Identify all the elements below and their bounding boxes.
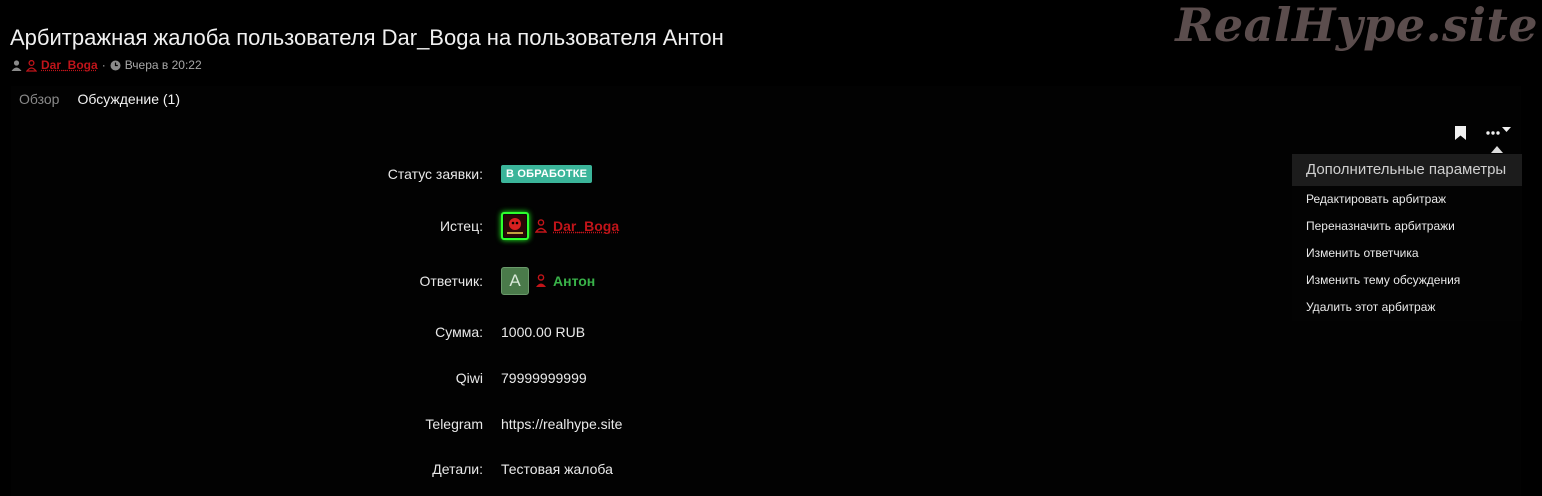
- status-row: Статус заявки: В ОБРАБОТКЕ: [11, 165, 711, 183]
- post-date[interactable]: Вчера в 20:22: [125, 58, 202, 72]
- plaintiff-label: Истец:: [11, 218, 501, 234]
- clock-icon: [110, 60, 121, 71]
- chevron-down-icon: [1502, 127, 1511, 133]
- menu-item-change-discussion-topic[interactable]: Изменить тему обсуждения: [1292, 267, 1522, 294]
- thread-meta: Dar_Boga · Вчера в 20:22: [11, 58, 202, 72]
- defendant-avatar[interactable]: А: [501, 267, 529, 295]
- menu-item-change-defendant[interactable]: Изменить ответчика: [1292, 240, 1522, 267]
- amount-label: Сумма:: [11, 324, 501, 340]
- user-badge-icon: [535, 219, 547, 233]
- author-badge-icon: [26, 60, 37, 71]
- user-icon: [11, 60, 22, 71]
- dropdown-pointer: [1491, 146, 1503, 153]
- plaintiff-row: Истец: Dar_Boga: [11, 212, 711, 240]
- author-link[interactable]: Dar_Boga: [41, 58, 98, 72]
- status-badge: В ОБРАБОТКЕ: [501, 165, 592, 183]
- page-title: Арбитражная жалоба пользователя Dar_Boga…: [10, 25, 724, 51]
- more-options-menu: Дополнительные параметры Редактировать а…: [1292, 154, 1522, 321]
- amount-row: Сумма: 1000.00 RUB: [11, 324, 711, 340]
- menu-item-edit-arbitration[interactable]: Редактировать арбитраж: [1292, 186, 1522, 213]
- tab-overview[interactable]: Обзор: [19, 86, 59, 112]
- user-badge-icon: [535, 274, 547, 288]
- qiwi-value: 79999999999: [501, 370, 587, 386]
- amount-value: 1000.00 RUB: [501, 324, 585, 340]
- tab-bar: Обзор Обсуждение (1): [11, 86, 180, 112]
- plaintiff-avatar[interactable]: [501, 212, 529, 240]
- details-label: Детали:: [11, 461, 501, 477]
- details-row: Детали: Тестовая жалоба: [11, 461, 711, 477]
- defendant-row: Ответчик: А Антон: [11, 267, 711, 295]
- menu-title: Дополнительные параметры: [1292, 154, 1522, 186]
- telegram-label: Telegram: [11, 416, 501, 432]
- status-label: Статус заявки:: [11, 166, 501, 182]
- menu-item-delete-arbitration[interactable]: Удалить этот арбитраж: [1292, 294, 1522, 321]
- more-options-button[interactable]: [1486, 131, 1511, 135]
- tab-discussion[interactable]: Обсуждение (1): [77, 86, 180, 112]
- watermark: RealHype.site: [1175, 0, 1538, 52]
- meta-separator: ·: [102, 58, 106, 72]
- more-dots-icon: [1486, 131, 1500, 135]
- plaintiff-name[interactable]: Dar_Boga: [553, 218, 619, 234]
- telegram-row: Telegram https://realhype.site: [11, 416, 711, 432]
- panel-toolbar: [1455, 126, 1511, 140]
- defendant-name[interactable]: Антон: [553, 273, 595, 289]
- telegram-value: https://realhype.site: [501, 416, 622, 432]
- qiwi-label: Qiwi: [11, 370, 501, 386]
- menu-item-reassign-arbitration[interactable]: Переназначить арбитражи: [1292, 213, 1522, 240]
- qiwi-row: Qiwi 79999999999: [11, 370, 711, 386]
- bookmark-icon[interactable]: [1455, 126, 1466, 140]
- details-value: Тестовая жалоба: [501, 461, 613, 477]
- defendant-label: Ответчик:: [11, 273, 501, 289]
